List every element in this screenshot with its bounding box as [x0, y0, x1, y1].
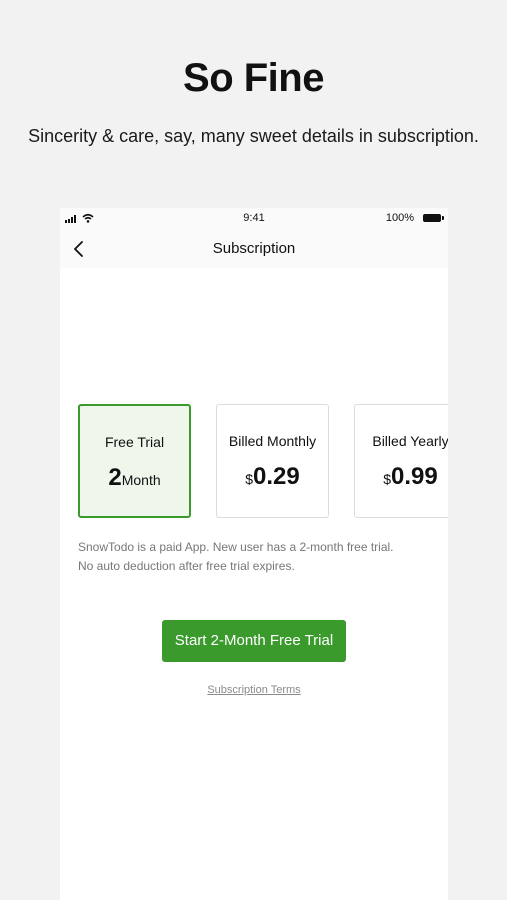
plan-unit: Month — [121, 472, 161, 488]
battery-icon — [423, 214, 444, 222]
plan-name: Billed Yearly — [372, 433, 448, 449]
subscription-terms-link[interactable]: Subscription Terms — [207, 684, 300, 696]
plan-price: $0.99 — [355, 463, 448, 491]
page-title: Subscription — [212, 240, 296, 257]
plan-price: $0.29 — [217, 463, 328, 491]
plan-billed-yearly[interactable]: Billed Yearly $0.99 — [354, 404, 448, 518]
battery-percentage: 100% — [385, 212, 414, 224]
trial-note-line: No auto deduction after free trial expir… — [78, 559, 295, 573]
plan-free-trial[interactable]: Free Trial 2Month — [78, 404, 191, 518]
plan-currency: $ — [245, 471, 254, 487]
start-trial-button[interactable]: Start 2-Month Free Trial — [162, 620, 346, 662]
plan-options: Free Trial 2Month Billed Monthly $0.29 B… — [78, 404, 448, 518]
plan-currency: $ — [383, 471, 392, 487]
nav-bar: Subscription — [60, 230, 448, 268]
plan-price: 2Month — [80, 464, 189, 492]
plan-name: Billed Monthly — [228, 433, 317, 449]
phone-screen: 9:41 100% Subscription Free Trial 2Month… — [60, 208, 448, 900]
subheadline: Sincerity & care, say, many sweet detail… — [28, 126, 479, 146]
trial-note: SnowTodo is a paid App. New user has a 2… — [78, 538, 438, 576]
plan-name: Free Trial — [104, 434, 165, 450]
trial-note-line: SnowTodo is a paid App. New user has a 2… — [78, 540, 394, 554]
plan-amount: 2 — [108, 464, 122, 491]
headline: So Fine — [183, 56, 324, 100]
plan-billed-monthly[interactable]: Billed Monthly $0.29 — [216, 404, 329, 518]
status-bar: 9:41 100% — [60, 208, 448, 230]
plan-amount: 0.99 — [391, 463, 438, 490]
terms-row: Subscription Terms — [60, 684, 448, 696]
plan-amount: 0.29 — [253, 463, 300, 490]
